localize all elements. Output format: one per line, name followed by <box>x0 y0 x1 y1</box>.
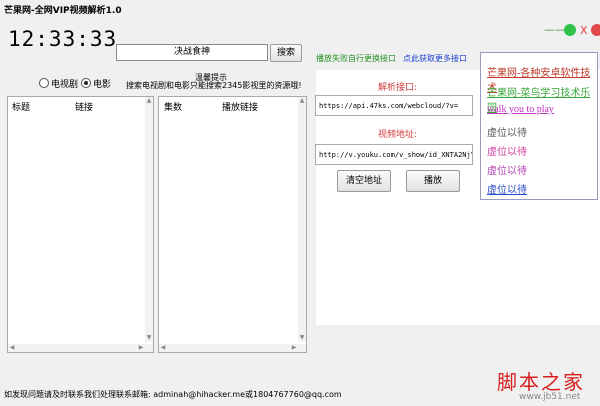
scroll-left-icon[interactable]: ◀ <box>159 344 167 352</box>
watermark-url: www.jb51.net <box>519 392 581 402</box>
clear-address-button[interactable]: 清空地址 <box>337 170 391 192</box>
more-interfaces-link[interactable]: 点此获取更多接口 <box>403 53 467 64</box>
side-link[interactable]: 虚位以待 <box>487 162 527 177</box>
radio-movie-label: 电影 <box>93 80 112 90</box>
radio-tv-label: 电视剧 <box>51 80 79 90</box>
search-button[interactable]: 搜索 <box>270 44 302 62</box>
notice-text: 搜索电视剧和电影只能搜索2345影视里的资源哦! <box>126 81 302 90</box>
episode-table[interactable]: 集数 播放链接 ▲ ▼ ◀ ▶ <box>158 96 307 353</box>
maximize-button[interactable] <box>564 24 576 36</box>
close-x-button[interactable]: X <box>580 24 588 37</box>
scroll-down-icon[interactable]: ▼ <box>145 334 153 342</box>
side-link[interactable]: 虚位以待 <box>487 124 527 139</box>
side-links-box: 芒果网-各种安卓软件技术 芒果网-菜鸟学习技术乐园 walk you to pl… <box>480 52 598 200</box>
app-title: 芒果网-全网VIP视频解析1.0 <box>4 6 122 16</box>
side-link[interactable]: 虚位以待 <box>487 143 527 158</box>
scroll-down-icon[interactable]: ▼ <box>298 334 306 342</box>
column-header-link: 链接 <box>75 103 94 113</box>
scroll-up-icon[interactable]: ▲ <box>298 97 306 105</box>
parse-url-input[interactable]: https://api.47ks.com/webcloud/?v= <box>315 95 473 116</box>
scroll-right-icon[interactable]: ▶ <box>137 344 145 352</box>
radio-movie[interactable] <box>81 78 91 88</box>
column-header-episode: 集数 <box>164 103 183 113</box>
search-input[interactable]: 决战食神 <box>116 44 268 61</box>
results-table[interactable]: 标题 链接 ▲ ▼ ◀ ▶ <box>7 96 154 353</box>
scroll-right-icon[interactable]: ▶ <box>290 344 298 352</box>
clock-display: 12:33:33 <box>8 27 118 51</box>
close-button[interactable] <box>591 24 600 36</box>
horizontal-scrollbar[interactable]: ◀ ▶ <box>8 344 153 352</box>
column-header-title: 标题 <box>12 103 31 113</box>
scroll-left-icon[interactable]: ◀ <box>8 344 16 352</box>
footer-contact: 如发现问题请及时联系我们处理联系邮箱: adminah@hihacker.me或… <box>4 390 342 399</box>
side-link[interactable]: walk you to play <box>487 104 554 115</box>
radio-tv[interactable] <box>39 78 49 88</box>
play-button[interactable]: 播放 <box>406 170 460 192</box>
column-header-play-link: 播放链接 <box>222 103 259 113</box>
horizontal-scrollbar[interactable]: ◀ ▶ <box>159 344 306 352</box>
parse-label: 解析接口: <box>378 83 418 93</box>
minimize-button[interactable]: —— <box>544 23 566 36</box>
scroll-up-icon[interactable]: ▲ <box>145 97 153 105</box>
watermark-logo: 脚本之家 <box>497 370 585 394</box>
vertical-scrollbar[interactable]: ▲ <box>145 97 153 342</box>
video-label: 视频地址: <box>378 130 418 140</box>
side-link[interactable]: 虚位以待 <box>487 181 527 196</box>
video-url-input[interactable]: http://v.youku.com/v_show/id_XNTA2NjY3NT… <box>315 144 473 165</box>
vertical-scrollbar[interactable]: ▲ <box>298 97 306 342</box>
failover-link[interactable]: 播放失败自行更换接口 <box>316 53 396 64</box>
